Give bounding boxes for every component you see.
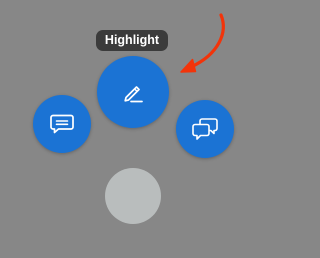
radial-action-menu: Highlight: [0, 0, 271, 258]
curved-arrow-icon: [180, 13, 225, 73]
